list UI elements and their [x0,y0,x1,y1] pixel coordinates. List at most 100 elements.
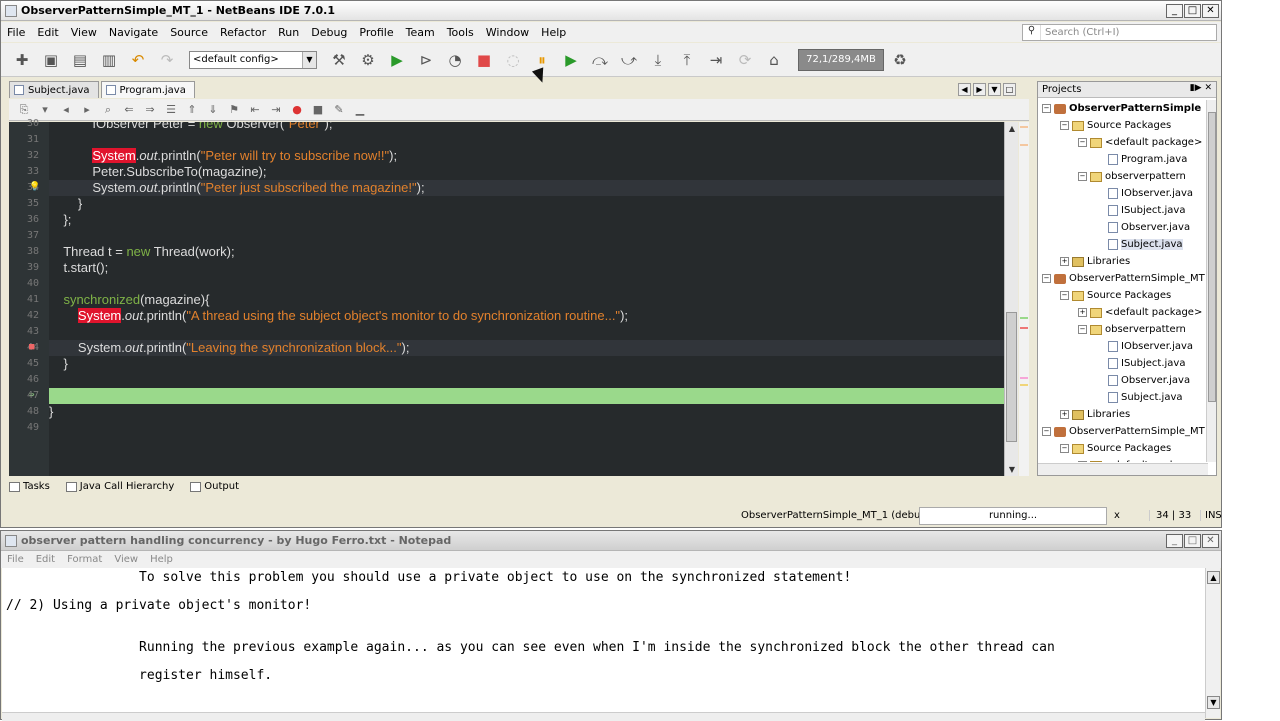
menu-team[interactable]: Team [400,26,441,39]
scroll-down-icon[interactable]: ▼ [1005,463,1019,476]
menu-file[interactable]: File [1,26,31,39]
code-line[interactable]: } [49,404,1004,420]
code-line[interactable] [49,324,1004,340]
find-prev-icon[interactable]: ⇐ [120,102,138,118]
code-line[interactable] [49,420,1004,436]
projects-scrollbar[interactable] [1206,100,1216,462]
profile-icon[interactable]: ◔ [442,47,468,73]
tab-list-icon[interactable]: ▼ [988,83,1001,96]
search-input[interactable]: ⚲ Search (Ctrl+I) [1022,24,1217,41]
tree-node[interactable]: − ObserverPatternSimple_MT [1042,423,1205,440]
notepad-close-button[interactable]: ✕ [1202,534,1219,548]
tree-node[interactable]: + <default package> [1078,304,1202,321]
breakpoint-icon[interactable]: ■ [29,342,34,352]
scroll-up-icon[interactable]: ▲ [1005,122,1019,135]
expand-icon[interactable]: + [1060,257,1069,266]
projects-hscrollbar[interactable] [1038,463,1208,475]
cancel-progress-icon[interactable]: x [1114,510,1120,521]
menu-navigate[interactable]: Navigate [103,26,164,39]
close-button[interactable]: ✕ [1202,4,1219,18]
code-editor[interactable]: IObserver Peter = new Observer("Peter");… [49,122,1004,476]
bottom-tab-tasks[interactable]: Tasks [9,481,50,492]
tree-node[interactable]: Subject.java [1096,389,1183,406]
tree-node[interactable]: + Libraries [1060,406,1130,423]
open-project-icon[interactable]: ▤ [67,47,93,73]
code-line[interactable]: IObserver Peter = new Observer("Peter"); [49,122,1004,132]
tab-right-icon[interactable]: ▶ [973,83,986,96]
new-file-icon[interactable]: ✚ [9,47,35,73]
tree-node[interactable]: − Source Packages [1060,440,1171,457]
apply-changes-icon[interactable]: ⟳ [732,47,758,73]
code-line[interactable] [49,132,1004,148]
clean-build-icon[interactable]: ⚙ [355,47,381,73]
menu-help[interactable]: Help [535,26,572,39]
tree-node[interactable]: ISubject.java [1096,355,1185,372]
code-line[interactable]: System.out.println("A thread using the s… [49,308,1004,324]
stop-icon[interactable]: ■ [471,47,497,73]
scroll-thumb[interactable] [1006,312,1017,442]
forward-icon[interactable]: ▸ [78,102,96,118]
menu-tools[interactable]: Tools [441,26,480,39]
stop-macro-icon[interactable]: ■ [309,102,327,118]
tree-node[interactable]: + <default package> [1078,457,1202,462]
expand-icon[interactable]: + [1078,461,1087,462]
step-over-icon[interactable]: ⤼ [587,47,613,73]
toggle-bookmark-icon[interactable]: ⚑ [225,102,243,118]
step-out-icon[interactable]: ⤒ [674,47,700,73]
notepad-menu-file[interactable]: File [1,554,30,565]
redo-icon[interactable]: ↷ [154,47,180,73]
step-over-expr-icon[interactable]: ⤻ [616,47,642,73]
code-line[interactable] [49,276,1004,292]
bottom-tab-java-call-hierarchy[interactable]: Java Call Hierarchy [65,481,174,492]
find-icon[interactable]: ⌕ [99,102,117,118]
menu-refactor[interactable]: Refactor [214,26,272,39]
tab-left-icon[interactable]: ◀ [958,83,971,96]
notepad-text-area[interactable]: To solve this problem you should use a p… [2,568,1205,712]
tree-node[interactable]: − observerpattern [1078,321,1186,338]
collapse-icon[interactable]: − [1060,444,1069,453]
notepad-menu-view[interactable]: View [108,554,144,565]
notepad-scrollbar[interactable]: ▲ ▼ [1205,568,1220,718]
menu-profile[interactable]: Profile [353,26,399,39]
code-line[interactable]: System.out.println("Peter will try to su… [49,148,1004,164]
continue-icon[interactable]: ▶ [558,47,584,73]
tree-node[interactable]: IObserver.java [1096,185,1193,202]
new-project-icon[interactable]: ▣ [38,47,64,73]
notepad-menu-format[interactable]: Format [61,554,108,565]
menu-view[interactable]: View [65,26,103,39]
notepad-titlebar[interactable]: observer pattern handling concurrency - … [1,531,1221,551]
run-to-cursor-icon[interactable]: ⇥ [703,47,729,73]
tree-node[interactable]: − Source Packages [1060,287,1171,304]
memory-indicator[interactable]: 72,1/289,4MB [798,48,884,71]
source-icon[interactable]: ⎘ [15,102,33,118]
tree-node[interactable]: ISubject.java [1096,202,1185,219]
editor-scrollbar[interactable]: ▲ ▼ [1004,122,1018,476]
code-line[interactable]: System.out.println("Peter just subscribe… [49,180,1004,196]
code-line[interactable]: t.start(); [49,260,1004,276]
save-all-icon[interactable]: ▥ [96,47,122,73]
toggle-highlight-icon[interactable]: ☰ [162,102,180,118]
expand-icon[interactable]: + [1078,308,1087,317]
project-tree[interactable]: − ObserverPatternSimple − Source Packages − <… [1038,100,1208,462]
pause-icon[interactable]: ◌ [500,47,526,73]
undo-icon[interactable]: ↶ [125,47,151,73]
shift-left-icon[interactable]: ⇤ [246,102,264,118]
run-icon[interactable]: ▶ [384,47,410,73]
maximize-editor-icon[interactable]: □ [1003,83,1016,96]
notepad-minimize-button[interactable]: _ [1166,534,1183,548]
collapse-icon[interactable]: − [1060,121,1069,130]
history-icon[interactable]: ▾ [36,102,54,118]
shift-right-icon[interactable]: ⇥ [267,102,285,118]
tree-node[interactable]: Program.java [1096,151,1187,168]
minimize-button[interactable]: _ [1166,4,1183,18]
error-stripe[interactable] [1019,122,1029,476]
tree-node[interactable]: − Source Packages [1060,117,1171,134]
code-line[interactable]: System.out.println("Leaving the synchron… [49,340,1004,356]
code-line[interactable] [49,228,1004,244]
find-next-icon[interactable]: ⇒ [141,102,159,118]
build-icon[interactable]: ⚒ [326,47,352,73]
notepad-scroll-down-icon[interactable]: ▼ [1207,696,1220,709]
notepad-menu-help[interactable]: Help [144,554,179,565]
config-select[interactable]: <default config> ▼ [189,50,317,69]
back-icon[interactable]: ◂ [57,102,75,118]
